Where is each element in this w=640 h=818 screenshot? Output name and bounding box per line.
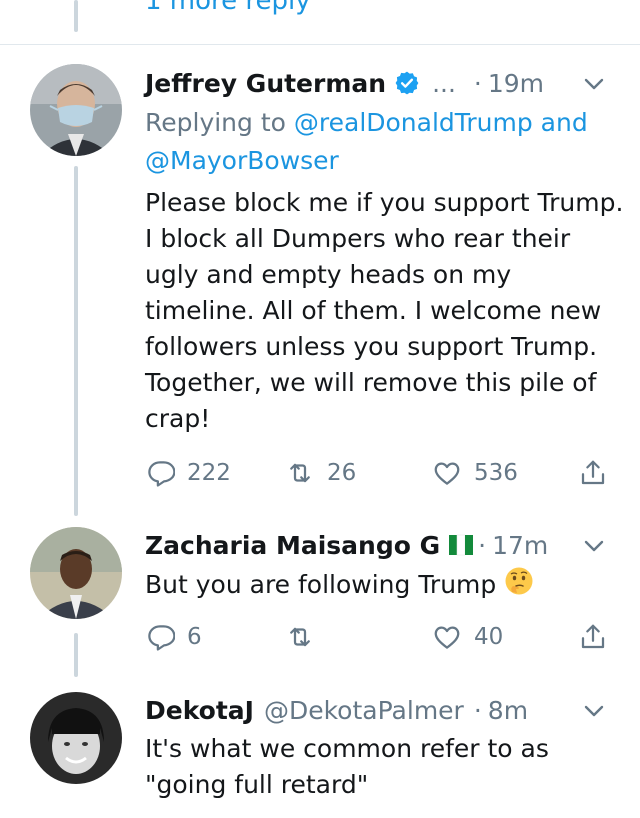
- mention-link[interactable]: @realDonaldTrump: [294, 108, 533, 137]
- tweet-text: Please block me if you support Trump. I …: [145, 188, 624, 433]
- thread-line: [74, 166, 78, 516]
- mention-link[interactable]: @MayorBowser: [145, 146, 339, 175]
- like-button[interactable]: 40: [432, 618, 503, 656]
- reply-icon: [148, 625, 175, 651]
- retweet-button[interactable]: [285, 618, 327, 656]
- avatar-image: [30, 527, 122, 619]
- tweet-actions: 222 26 536: [145, 454, 615, 492]
- like-button[interactable]: 536: [432, 454, 518, 492]
- reply-button[interactable]: 222: [145, 454, 231, 492]
- tweet-header: DekotaJ @DekotaPalmer · 8m: [145, 690, 528, 730]
- like-count: 536: [474, 460, 518, 486]
- share-button[interactable]: [578, 454, 620, 492]
- handle[interactable]: @DekotaPalmer: [264, 696, 464, 725]
- display-name[interactable]: DekotaJ: [145, 696, 254, 725]
- share-icon: [581, 624, 605, 649]
- tweet-header: Jeffrey Guterman ... · 19m: [145, 63, 544, 103]
- separator-dot: ·: [473, 68, 482, 98]
- avatar-image: [30, 692, 122, 784]
- separator-dot: ·: [473, 695, 482, 725]
- avatar-image: [30, 64, 122, 156]
- verified-icon: [394, 70, 420, 96]
- avatar[interactable]: [30, 527, 122, 619]
- thread-line: [74, 0, 78, 32]
- chevron-down-icon[interactable]: [580, 697, 608, 725]
- reply-count: 222: [187, 460, 231, 486]
- display-name[interactable]: Zacharia Maisango G: [145, 531, 440, 560]
- separator-dot: ·: [478, 530, 487, 560]
- tweet-actions: 6 40: [145, 618, 615, 656]
- share-icon: [581, 460, 605, 485]
- timestamp[interactable]: 17m: [492, 531, 548, 560]
- timestamp[interactable]: 19m: [488, 69, 544, 98]
- heart-icon: [434, 462, 460, 485]
- tweet-header: Zacharia Maisango G · 17m: [145, 525, 548, 565]
- reply-button[interactable]: 6: [145, 618, 202, 656]
- tweet-text: But you are following Trump: [145, 570, 497, 599]
- reply-icon: [148, 461, 175, 487]
- retweet-count: 26: [327, 460, 357, 486]
- display-name[interactable]: Jeffrey Guterman: [145, 69, 386, 98]
- thinking-face-emoji-icon: [504, 566, 534, 606]
- divider: [0, 44, 640, 45]
- chevron-down-icon[interactable]: [580, 532, 608, 560]
- share-button[interactable]: [578, 618, 620, 656]
- nigeria-flag-icon: [448, 532, 474, 558]
- mention-conjunction[interactable]: and: [533, 108, 588, 137]
- replying-to: Replying to @realDonaldTrump and @MayorB…: [145, 104, 588, 180]
- avatar[interactable]: [30, 64, 122, 156]
- tweet-text: It's what we common refer to as "going f…: [145, 734, 549, 799]
- retweet-button[interactable]: 26: [285, 454, 356, 492]
- replying-prefix: Replying to: [145, 108, 294, 137]
- timestamp[interactable]: 8m: [488, 696, 528, 725]
- heart-icon: [434, 626, 460, 649]
- reply-count: 6: [187, 624, 202, 650]
- tweet-text-row: But you are following Trump: [145, 566, 625, 606]
- previous-thread-area: 1 more reply: [0, 0, 640, 44]
- avatar[interactable]: [30, 692, 122, 784]
- handle: ...: [432, 68, 456, 98]
- thread-line: [74, 633, 78, 677]
- like-count: 40: [474, 624, 504, 650]
- retweet-icon: [290, 627, 310, 647]
- retweet-icon: [290, 463, 310, 483]
- more-reply-link[interactable]: 1 more reply: [145, 0, 311, 16]
- chevron-down-icon[interactable]: [580, 70, 608, 98]
